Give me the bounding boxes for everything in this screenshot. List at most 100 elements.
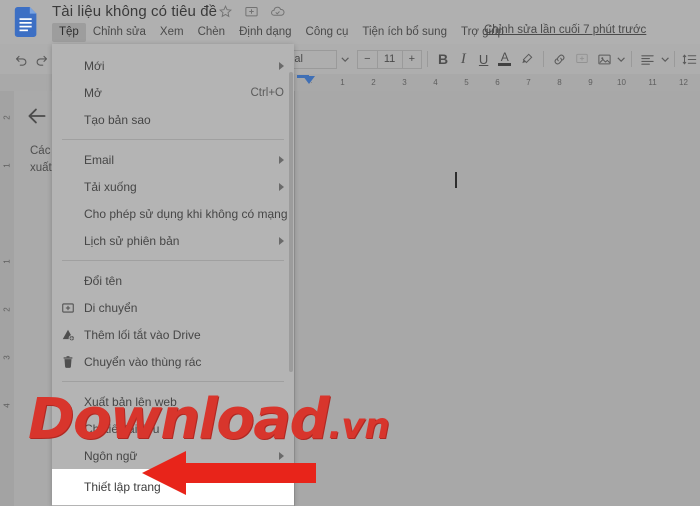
menu-item-thiet-lap-trang[interactable]: Thiết lập trang <box>52 469 294 505</box>
menubar-item-cong-cu[interactable]: Công cụ <box>299 23 356 42</box>
menu-item-label: Cho phép sử dụng khi không có mạng <box>84 206 288 221</box>
add-shortcut-icon <box>62 329 75 341</box>
menu-item-ngon-ngu[interactable]: Ngôn ngữ <box>52 442 294 469</box>
ruler-tick: 5 <box>464 78 469 87</box>
file-menu-dropdown[interactable]: Mới Mở Ctrl+O Tạo bản sao Email Tải xuốn… <box>52 44 294 506</box>
google-docs-icon[interactable] <box>14 7 40 37</box>
align-icon[interactable] <box>636 48 658 70</box>
submenu-arrow-icon <box>279 451 284 460</box>
menu-separator <box>62 260 284 261</box>
menu-item-label: Email <box>84 152 115 167</box>
underline-button[interactable]: U <box>473 48 493 70</box>
app-screen: Tài liệu không có tiêu đề Tệp Chỉnh sửa … <box>0 0 700 506</box>
vruler-tick: 1 <box>2 259 12 264</box>
back-arrow-icon[interactable] <box>24 103 50 129</box>
menu-item-label: Tải xuống <box>84 179 137 194</box>
move-to-folder-icon[interactable] <box>244 4 259 19</box>
menu-item-label: Thêm lối tắt vào Drive <box>84 327 201 342</box>
menubar-item-dinh-dang[interactable]: Định dạng <box>232 23 298 42</box>
menu-item-offline[interactable]: Cho phép sử dụng khi không có mạng <box>52 200 294 227</box>
menu-separator <box>62 381 284 382</box>
increase-font-size-button[interactable]: + <box>403 53 421 65</box>
font-size-value[interactable]: 11 <box>378 53 402 65</box>
submenu-arrow-icon <box>279 182 284 191</box>
vruler-tick: 3 <box>2 355 12 360</box>
menu-item-xuat-ban-len-web[interactable]: Xuất bản lên web <box>52 388 294 415</box>
insert-link-icon[interactable] <box>549 48 571 70</box>
menu-item-lich-su-phien-ban[interactable]: Lịch sử phiên bản <box>52 227 294 254</box>
menu-item-shortcut: Ctrl+O <box>250 86 284 99</box>
menu-item-label: Tạo bản sao <box>84 112 151 127</box>
menu-item-tai-xuong[interactable]: Tải xuống <box>52 173 294 200</box>
menu-item-email[interactable]: Email <box>52 146 294 173</box>
ruler-tick: 1 <box>340 78 345 87</box>
offline-cloud-icon[interactable] <box>270 4 285 19</box>
menu-item-tao-ban-sao[interactable]: Tạo bản sao <box>52 106 294 133</box>
menu-item-them-loi-tat[interactable]: Thêm lối tắt vào Drive <box>52 321 294 348</box>
chevron-down-icon[interactable] <box>617 55 626 64</box>
vruler-tick: 1 <box>2 163 12 168</box>
menu-item-label: Di chuyển <box>84 300 138 315</box>
menubar-item-xem[interactable]: Xem <box>153 23 191 42</box>
star-icon[interactable] <box>218 4 233 19</box>
menu-item-label: Chi tiết tài liệu <box>84 421 160 436</box>
ruler-tick: 10 <box>617 78 626 87</box>
vruler-tick: 2 <box>2 307 12 312</box>
menu-item-mo[interactable]: Mở Ctrl+O <box>52 79 294 106</box>
vruler-tick: 4 <box>2 403 12 408</box>
vruler-tick: 2 <box>2 115 12 120</box>
menu-separator <box>62 139 284 140</box>
menu-item-moi[interactable]: Mới <box>52 52 294 79</box>
ruler-tick: 11 <box>648 78 657 87</box>
line-spacing-icon[interactable] <box>680 48 700 70</box>
ruler-tick: 12 <box>679 78 688 87</box>
undo-icon[interactable] <box>11 48 31 70</box>
menu-item-chi-tiet-tai-lieu[interactable]: Chi tiết tài liệu <box>52 415 294 442</box>
menu-scrollbar[interactable] <box>289 72 293 372</box>
redo-icon[interactable] <box>31 48 51 70</box>
font-size-stepper[interactable]: − 11 + <box>357 49 423 69</box>
menu-item-label: Mở <box>84 85 102 100</box>
menubar-item-chen[interactable]: Chèn <box>191 23 233 42</box>
ruler-tick: 7 <box>526 78 531 87</box>
menu-item-label: Thiết lập trang <box>84 480 161 494</box>
submenu-arrow-icon <box>279 236 284 245</box>
italic-button[interactable]: I <box>453 48 473 70</box>
insert-image-icon[interactable] <box>593 48 615 70</box>
decrease-font-size-button[interactable]: − <box>358 53 376 65</box>
vertical-ruler[interactable]: 2 1 1 2 3 4 <box>0 91 14 506</box>
menu-bar: Tệp Chỉnh sửa Xem Chèn Định dạng Công cụ… <box>52 23 511 42</box>
submenu-arrow-icon <box>279 155 284 164</box>
trash-icon <box>63 355 73 368</box>
app-header: Tài liệu không có tiêu đề Tệp Chỉnh sửa … <box>0 0 700 44</box>
menu-item-thung-rac[interactable]: Chuyển vào thùng rác <box>52 348 294 375</box>
add-comment-icon[interactable] <box>571 48 593 70</box>
menubar-item-tep[interactable]: Tệp <box>52 23 86 42</box>
title-action-icons <box>218 4 285 19</box>
menu-item-label: Đổi tên <box>84 273 123 288</box>
highlight-color-icon[interactable] <box>516 48 538 70</box>
ruler-tick: 8 <box>557 78 562 87</box>
chevron-down-icon[interactable] <box>660 55 669 64</box>
ruler-tick: 6 <box>495 78 500 87</box>
chevron-down-icon[interactable] <box>341 55 350 64</box>
ruler-tick: 3 <box>402 78 407 87</box>
menu-item-label: Lịch sử phiên bản <box>84 233 180 248</box>
menu-item-label: Xuất bản lên web <box>84 394 177 409</box>
menu-item-label: Mới <box>84 58 105 73</box>
document-page[interactable] <box>294 91 700 506</box>
text-cursor <box>455 172 457 188</box>
text-color-icon[interactable]: A <box>494 48 516 70</box>
menubar-item-tien-ich[interactable]: Tiện ích bổ sung <box>355 23 454 42</box>
menu-item-doi-ten[interactable]: Đổi tên <box>52 267 294 294</box>
menu-item-di-chuyen[interactable]: Di chuyển <box>52 294 294 321</box>
left-indent-marker[interactable] <box>303 76 315 84</box>
ruler-tick: 4 <box>433 78 438 87</box>
menu-item-label: Chuyển vào thùng rác <box>84 354 202 369</box>
ruler-tick: 2 <box>371 78 376 87</box>
document-title[interactable]: Tài liệu không có tiêu đề <box>52 3 217 20</box>
last-edit-link[interactable]: Chỉnh sửa lần cuối 7 phút trước <box>484 24 646 36</box>
menubar-item-chinh-sua[interactable]: Chỉnh sửa <box>86 23 153 42</box>
move-folder-icon <box>62 302 74 313</box>
bold-button[interactable]: B <box>433 48 453 70</box>
